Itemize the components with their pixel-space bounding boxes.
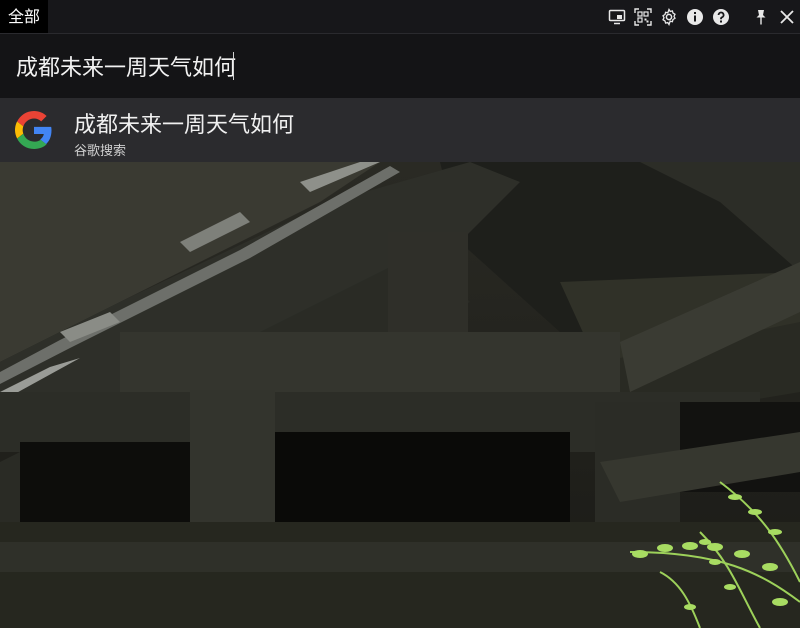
info-icon[interactable] bbox=[686, 8, 704, 26]
google-logo-icon bbox=[15, 111, 52, 149]
close-icon[interactable] bbox=[778, 8, 796, 26]
text-caret bbox=[233, 52, 234, 80]
background-photo bbox=[0, 162, 800, 628]
suggestion-title: 成都未来一周天气如何 bbox=[74, 113, 295, 138]
tab-all[interactable]: 全部 bbox=[0, 0, 49, 33]
qr-scan-icon[interactable] bbox=[634, 7, 652, 26]
gear-icon[interactable] bbox=[660, 7, 678, 26]
help-icon[interactable] bbox=[712, 8, 730, 26]
suggestion-subtitle: 谷歌搜索 bbox=[74, 144, 127, 159]
search-row bbox=[0, 34, 800, 98]
suggestion-item[interactable]: 成都未来一周天气如何 谷歌搜索 bbox=[0, 98, 800, 162]
top-bar: 全部 bbox=[0, 0, 800, 34]
screen-icon[interactable] bbox=[608, 8, 626, 26]
pin-icon[interactable] bbox=[752, 8, 770, 26]
search-input[interactable] bbox=[16, 48, 776, 84]
toolbar bbox=[608, 0, 796, 33]
